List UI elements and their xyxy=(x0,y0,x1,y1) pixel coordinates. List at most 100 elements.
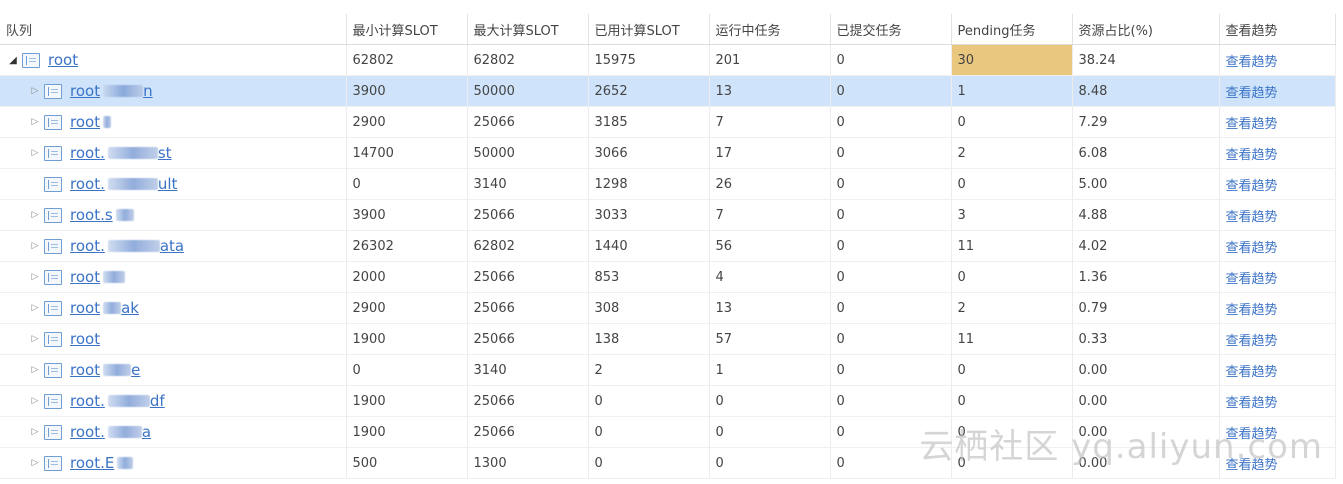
queue-name-link[interactable]: root xyxy=(70,113,112,131)
used-slot-cell: 1440 xyxy=(588,230,710,262)
resource-ratio-cell: 5.00 xyxy=(1072,168,1220,200)
queue-name-suffix: a xyxy=(141,423,152,441)
column-header-min-slot[interactable]: 最小计算SLOT xyxy=(346,14,468,45)
max-slot-cell: 62802 xyxy=(467,230,589,262)
queue-name-link[interactable]: root ak xyxy=(70,299,139,317)
table-body: ◢ root 62802 62802 15975 201 0 30 38.24 查看趋势 ▷ root… xyxy=(0,44,1336,479)
column-header-running-tasks[interactable]: 运行中任务 xyxy=(709,14,831,45)
column-header-submitted-tasks[interactable]: 已提交任务 xyxy=(830,14,952,45)
table-row[interactable]: ▷ root. st 14700 50000 3066 17 0 2 6.08 查看趋势 xyxy=(0,137,1336,169)
queue-name-link[interactable]: root.s xyxy=(70,206,134,224)
view-trend-cell: 查看趋势 xyxy=(1219,292,1336,324)
table-row[interactable]: ▷ root 2000 25066 853 4 0 0 1.36 查看趋势 xyxy=(0,261,1336,293)
table-row[interactable]: ▷ root 2900 25066 3185 7 0 0 7.29 查看趋势 xyxy=(0,106,1336,138)
min-slot-cell: 26302 xyxy=(346,230,468,262)
view-trend-link[interactable]: 查看趋势 xyxy=(1226,148,1278,163)
table-row[interactable]: ▷ root. ata 26302 62802 1440 56 0 11 4.02 查看趋势 xyxy=(0,230,1336,262)
queue-name-link[interactable]: root. df xyxy=(70,392,165,410)
table-row[interactable]: ◢ root 62802 62802 15975 201 0 30 38.24 查看趋势 xyxy=(0,44,1336,76)
view-trend-link[interactable]: 查看趋势 xyxy=(1226,396,1278,411)
queue-table: 队列 最小计算SLOT 最大计算SLOT 已用计算SLOT 运行中任务 已提交任… xyxy=(0,14,1336,479)
min-slot-cell: 0 xyxy=(346,354,468,386)
table-row[interactable]: ▷ root. a 1900 25066 0 0 0 0 0.00 查看趋势 xyxy=(0,416,1336,448)
queue-name-link[interactable]: root. a xyxy=(70,423,151,441)
view-trend-cell: 查看趋势 xyxy=(1219,168,1336,200)
min-slot-cell: 500 xyxy=(346,447,468,479)
expanded-caret-icon[interactable]: ◢ xyxy=(6,55,20,66)
table-row[interactable]: ▷ root ak 2900 25066 308 13 0 2 0.79 查看趋势 xyxy=(0,292,1336,324)
used-slot-cell: 0 xyxy=(588,447,710,479)
max-slot-cell: 25066 xyxy=(467,385,589,417)
queue-name-link[interactable]: root xyxy=(70,268,126,286)
collapsed-caret-icon[interactable]: ▷ xyxy=(28,272,42,282)
queue-name-link[interactable]: root. ata xyxy=(70,237,184,255)
view-trend-cell: 查看趋势 xyxy=(1219,385,1336,417)
queue-table-icon xyxy=(44,300,62,316)
collapsed-caret-icon[interactable]: ▷ xyxy=(28,148,42,158)
queue-name-suffix: ak xyxy=(121,299,139,317)
queue-name: root. xyxy=(70,237,105,255)
queue-name-link[interactable]: root xyxy=(70,330,100,348)
collapsed-caret-icon[interactable]: ▷ xyxy=(28,303,42,313)
table-row[interactable]: root. ult 0 3140 1298 26 0 0 5.00 查看趋势 xyxy=(0,168,1336,200)
queue-table-icon xyxy=(44,238,62,254)
view-trend-link[interactable]: 查看趋势 xyxy=(1226,210,1278,225)
view-trend-link[interactable]: 查看趋势 xyxy=(1226,86,1278,101)
view-trend-link[interactable]: 查看趋势 xyxy=(1226,272,1278,287)
view-trend-link[interactable]: 查看趋势 xyxy=(1226,55,1278,70)
queue-name-link[interactable]: root. st xyxy=(70,144,172,162)
submitted-tasks-cell: 0 xyxy=(830,106,952,138)
column-header-pending-tasks[interactable]: Pending任务 xyxy=(951,14,1073,45)
collapsed-caret-icon[interactable]: ▷ xyxy=(28,210,42,220)
queue-name-suffix: ata xyxy=(159,237,185,255)
queue-name-link[interactable]: root n xyxy=(70,82,153,100)
queue-cell: ▷ root xyxy=(0,106,347,138)
queue-table-icon xyxy=(44,393,62,409)
table-row[interactable]: ▷ root e 0 3140 2 1 0 0 0.00 查看趋势 xyxy=(0,354,1336,386)
view-trend-link[interactable]: 查看趋势 xyxy=(1226,179,1278,194)
view-trend-link[interactable]: 查看趋势 xyxy=(1226,334,1278,349)
queue-name-link[interactable]: root. ult xyxy=(70,175,177,193)
table-row[interactable]: ▷ root. df 1900 25066 0 0 0 0 0.00 查看趋势 xyxy=(0,385,1336,417)
queue-name-link[interactable]: root e xyxy=(70,361,140,379)
table-row[interactable]: ▷ root.s 3900 25066 3033 7 0 3 4.88 查看趋势 xyxy=(0,199,1336,231)
view-trend-link[interactable]: 查看趋势 xyxy=(1226,303,1278,318)
column-header-queue[interactable]: 队列 xyxy=(0,14,347,45)
pending-tasks-cell: 0 xyxy=(951,416,1073,448)
collapsed-caret-icon[interactable]: ▷ xyxy=(28,117,42,127)
submitted-tasks-cell: 0 xyxy=(830,323,952,355)
view-trend-link[interactable]: 查看趋势 xyxy=(1226,458,1278,473)
collapsed-caret-icon[interactable]: ▷ xyxy=(28,334,42,344)
table-row[interactable]: ▷ root n 3900 50000 2652 13 0 1 8.48 查看趋势 xyxy=(0,75,1336,107)
pending-tasks-cell: 0 xyxy=(951,447,1073,479)
min-slot-cell: 3900 xyxy=(346,75,468,107)
used-slot-cell: 0 xyxy=(588,416,710,448)
running-tasks-cell: 57 xyxy=(709,323,831,355)
column-header-used-slot[interactable]: 已用计算SLOT xyxy=(588,14,710,45)
min-slot-cell: 14700 xyxy=(346,137,468,169)
collapsed-caret-icon[interactable]: ▷ xyxy=(28,241,42,251)
collapsed-caret-icon[interactable]: ▷ xyxy=(28,427,42,437)
queue-name-link[interactable]: root.E xyxy=(70,454,134,472)
view-trend-link[interactable]: 查看趋势 xyxy=(1226,427,1278,442)
table-row[interactable]: ▷ root 1900 25066 138 57 0 11 0.33 查看趋势 xyxy=(0,323,1336,355)
view-trend-link[interactable]: 查看趋势 xyxy=(1226,117,1278,132)
collapsed-caret-icon[interactable]: ▷ xyxy=(28,458,42,468)
view-trend-cell: 查看趋势 xyxy=(1219,354,1336,386)
queue-name: root. xyxy=(70,392,105,410)
view-trend-cell: 查看趋势 xyxy=(1219,230,1336,262)
table-row[interactable]: ▷ root.E 500 1300 0 0 0 0 0.00 查看趋势 xyxy=(0,447,1336,479)
queue-table-icon xyxy=(22,52,40,68)
collapsed-caret-icon[interactable]: ▷ xyxy=(28,86,42,96)
collapsed-caret-icon[interactable]: ▷ xyxy=(28,396,42,406)
queue-name-link[interactable]: root xyxy=(48,51,78,69)
view-trend-link[interactable]: 查看趋势 xyxy=(1226,241,1278,256)
view-trend-link[interactable]: 查看趋势 xyxy=(1226,365,1278,380)
queue-table-icon xyxy=(44,455,62,471)
queue-name: root xyxy=(70,113,101,131)
column-header-max-slot[interactable]: 最大计算SLOT xyxy=(467,14,589,45)
min-slot-cell: 2900 xyxy=(346,106,468,138)
running-tasks-cell: 26 xyxy=(709,168,831,200)
column-header-resource-ratio[interactable]: 资源占比(%) xyxy=(1072,14,1220,45)
collapsed-caret-icon[interactable]: ▷ xyxy=(28,365,42,375)
